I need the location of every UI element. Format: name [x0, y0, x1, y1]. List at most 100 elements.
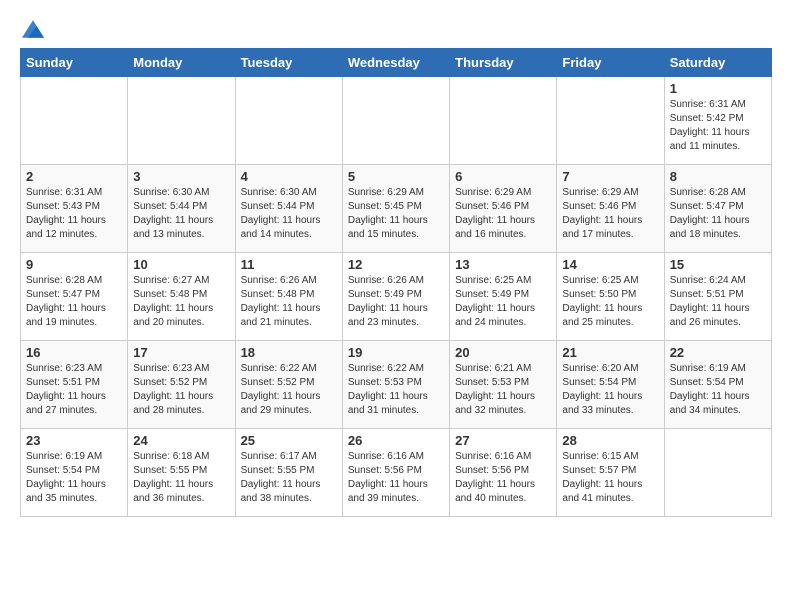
day-info: Sunrise: 6:26 AM Sunset: 5:49 PM Dayligh… — [348, 274, 444, 330]
day-info: Sunrise: 6:28 AM Sunset: 5:47 PM Dayligh… — [670, 186, 766, 242]
calendar-cell: 17 Sunrise: 6:23 AM Sunset: 5:52 PM Dayli… — [128, 341, 235, 429]
day-number: 8 — [670, 169, 766, 184]
calendar-cell — [342, 77, 449, 165]
calendar-cell — [235, 77, 342, 165]
day-info: Sunrise: 6:25 AM Sunset: 5:50 PM Dayligh… — [562, 274, 658, 330]
col-saturday: Saturday — [664, 49, 771, 77]
day-info: Sunrise: 6:30 AM Sunset: 5:44 PM Dayligh… — [241, 186, 337, 242]
page-header — [20, 20, 772, 38]
calendar-cell: 1Sunrise: 6:31 AM Sunset: 5:42 PM Daylig… — [664, 77, 771, 165]
calendar-cell: 27 Sunrise: 6:16 AM Sunset: 5:56 PM Dayli… — [450, 429, 557, 517]
day-info: Sunrise: 6:31 AM Sunset: 5:43 PM Dayligh… — [26, 186, 122, 242]
day-info: Sunrise: 6:19 AM Sunset: 5:54 PM Dayligh… — [26, 450, 122, 506]
day-number: 11 — [241, 257, 337, 272]
calendar-cell: 18 Sunrise: 6:22 AM Sunset: 5:52 PM Dayli… — [235, 341, 342, 429]
day-info: Sunrise: 6:25 AM Sunset: 5:49 PM Dayligh… — [455, 274, 551, 330]
day-number: 3 — [133, 169, 229, 184]
calendar-cell: 15 Sunrise: 6:24 AM Sunset: 5:51 PM Dayli… — [664, 253, 771, 341]
calendar-body: 1Sunrise: 6:31 AM Sunset: 5:42 PM Daylig… — [21, 77, 772, 517]
calendar-cell: 12 Sunrise: 6:26 AM Sunset: 5:49 PM Dayli… — [342, 253, 449, 341]
calendar-cell: 5Sunrise: 6:29 AM Sunset: 5:45 PM Daylig… — [342, 165, 449, 253]
calendar-cell: 6 Sunrise: 6:29 AM Sunset: 5:46 PM Daylig… — [450, 165, 557, 253]
calendar-cell: 19 Sunrise: 6:22 AM Sunset: 5:53 PM Dayli… — [342, 341, 449, 429]
calendar-cell: 22 Sunrise: 6:19 AM Sunset: 5:54 PM Dayli… — [664, 341, 771, 429]
calendar-table: Sunday Monday Tuesday Wednesday Thursday… — [20, 48, 772, 517]
day-number: 20 — [455, 345, 551, 360]
day-number: 19 — [348, 345, 444, 360]
day-number: 27 — [455, 433, 551, 448]
calendar-cell: 8 Sunrise: 6:28 AM Sunset: 5:47 PM Daylig… — [664, 165, 771, 253]
day-number: 16 — [26, 345, 122, 360]
day-number: 18 — [241, 345, 337, 360]
day-number: 1 — [670, 81, 766, 96]
day-number: 6 — [455, 169, 551, 184]
calendar-header: Sunday Monday Tuesday Wednesday Thursday… — [21, 49, 772, 77]
calendar-week-3: 9 Sunrise: 6:28 AM Sunset: 5:47 PM Daylig… — [21, 253, 772, 341]
calendar-cell: 25 Sunrise: 6:17 AM Sunset: 5:55 PM Dayli… — [235, 429, 342, 517]
col-monday: Monday — [128, 49, 235, 77]
day-number: 15 — [670, 257, 766, 272]
calendar-cell: 11 Sunrise: 6:26 AM Sunset: 5:48 PM Dayli… — [235, 253, 342, 341]
day-info: Sunrise: 6:24 AM Sunset: 5:51 PM Dayligh… — [670, 274, 766, 330]
calendar-cell — [664, 429, 771, 517]
day-number: 23 — [26, 433, 122, 448]
day-number: 7 — [562, 169, 658, 184]
calendar-cell: 14 Sunrise: 6:25 AM Sunset: 5:50 PM Dayli… — [557, 253, 664, 341]
day-number: 13 — [455, 257, 551, 272]
day-info: Sunrise: 6:16 AM Sunset: 5:56 PM Dayligh… — [348, 450, 444, 506]
day-info: Sunrise: 6:29 AM Sunset: 5:46 PM Dayligh… — [562, 186, 658, 242]
day-number: 10 — [133, 257, 229, 272]
day-number: 17 — [133, 345, 229, 360]
col-sunday: Sunday — [21, 49, 128, 77]
calendar-week-2: 2 Sunrise: 6:31 AM Sunset: 5:43 PM Daylig… — [21, 165, 772, 253]
day-info: Sunrise: 6:18 AM Sunset: 5:55 PM Dayligh… — [133, 450, 229, 506]
calendar-cell: 10 Sunrise: 6:27 AM Sunset: 5:48 PM Dayli… — [128, 253, 235, 341]
day-number: 26 — [348, 433, 444, 448]
day-info: Sunrise: 6:23 AM Sunset: 5:52 PM Dayligh… — [133, 362, 229, 418]
day-info: Sunrise: 6:16 AM Sunset: 5:56 PM Dayligh… — [455, 450, 551, 506]
calendar-cell: 21 Sunrise: 6:20 AM Sunset: 5:54 PM Dayli… — [557, 341, 664, 429]
day-number: 22 — [670, 345, 766, 360]
day-number: 14 — [562, 257, 658, 272]
day-number: 25 — [241, 433, 337, 448]
calendar-cell — [21, 77, 128, 165]
day-number: 9 — [26, 257, 122, 272]
calendar-week-5: 23 Sunrise: 6:19 AM Sunset: 5:54 PM Dayli… — [21, 429, 772, 517]
day-info: Sunrise: 6:23 AM Sunset: 5:51 PM Dayligh… — [26, 362, 122, 418]
day-info: Sunrise: 6:30 AM Sunset: 5:44 PM Dayligh… — [133, 186, 229, 242]
calendar-cell: 2 Sunrise: 6:31 AM Sunset: 5:43 PM Daylig… — [21, 165, 128, 253]
calendar-cell: 26 Sunrise: 6:16 AM Sunset: 5:56 PM Dayli… — [342, 429, 449, 517]
calendar-cell: 24 Sunrise: 6:18 AM Sunset: 5:55 PM Dayli… — [128, 429, 235, 517]
day-info: Sunrise: 6:19 AM Sunset: 5:54 PM Dayligh… — [670, 362, 766, 418]
calendar-cell — [450, 77, 557, 165]
calendar-cell: 3 Sunrise: 6:30 AM Sunset: 5:44 PM Daylig… — [128, 165, 235, 253]
day-info: Sunrise: 6:22 AM Sunset: 5:52 PM Dayligh… — [241, 362, 337, 418]
day-number: 21 — [562, 345, 658, 360]
day-info: Sunrise: 6:29 AM Sunset: 5:46 PM Dayligh… — [455, 186, 551, 242]
day-info: Sunrise: 6:22 AM Sunset: 5:53 PM Dayligh… — [348, 362, 444, 418]
calendar-cell — [557, 77, 664, 165]
calendar-week-4: 16 Sunrise: 6:23 AM Sunset: 5:51 PM Dayli… — [21, 341, 772, 429]
calendar-cell: 20 Sunrise: 6:21 AM Sunset: 5:53 PM Dayli… — [450, 341, 557, 429]
day-info: Sunrise: 6:26 AM Sunset: 5:48 PM Dayligh… — [241, 274, 337, 330]
day-info: Sunrise: 6:21 AM Sunset: 5:53 PM Dayligh… — [455, 362, 551, 418]
day-info: Sunrise: 6:20 AM Sunset: 5:54 PM Dayligh… — [562, 362, 658, 418]
logo-icon — [22, 20, 44, 38]
calendar-cell: 23 Sunrise: 6:19 AM Sunset: 5:54 PM Dayli… — [21, 429, 128, 517]
day-number: 12 — [348, 257, 444, 272]
calendar-cell — [128, 77, 235, 165]
day-info: Sunrise: 6:27 AM Sunset: 5:48 PM Dayligh… — [133, 274, 229, 330]
day-info: Sunrise: 6:29 AM Sunset: 5:45 PM Dayligh… — [348, 186, 444, 242]
day-info: Sunrise: 6:15 AM Sunset: 5:57 PM Dayligh… — [562, 450, 658, 506]
col-wednesday: Wednesday — [342, 49, 449, 77]
day-info: Sunrise: 6:28 AM Sunset: 5:47 PM Dayligh… — [26, 274, 122, 330]
calendar-cell: 13 Sunrise: 6:25 AM Sunset: 5:49 PM Dayli… — [450, 253, 557, 341]
logo — [20, 20, 50, 38]
calendar-cell: 28 Sunrise: 6:15 AM Sunset: 5:57 PM Dayli… — [557, 429, 664, 517]
col-thursday: Thursday — [450, 49, 557, 77]
day-number: 28 — [562, 433, 658, 448]
day-number: 4 — [241, 169, 337, 184]
day-number: 2 — [26, 169, 122, 184]
day-number: 24 — [133, 433, 229, 448]
day-info: Sunrise: 6:17 AM Sunset: 5:55 PM Dayligh… — [241, 450, 337, 506]
